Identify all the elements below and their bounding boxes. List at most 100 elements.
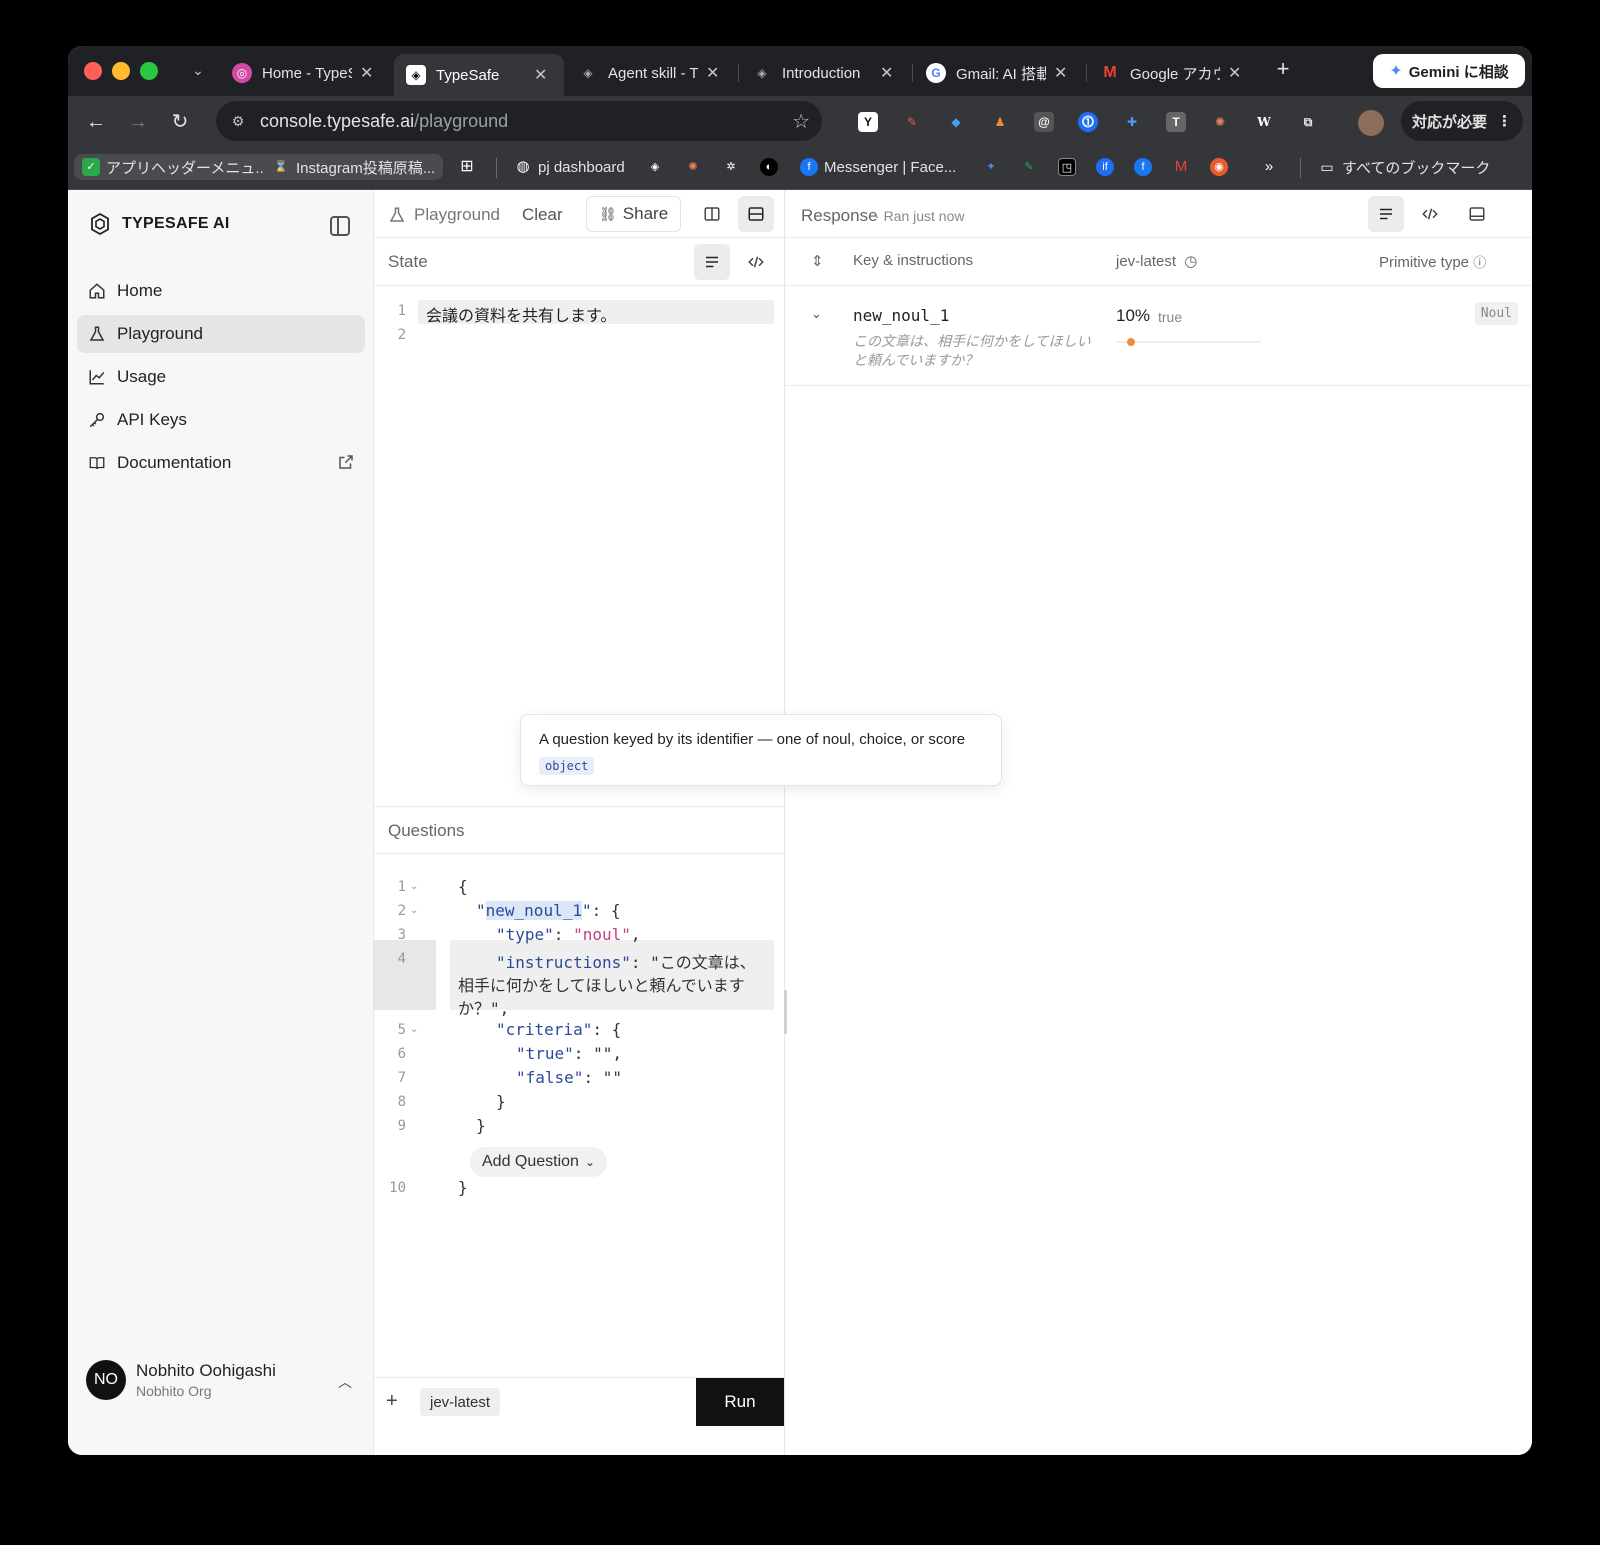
add-question-button[interactable]: Add Question ⌄ — [470, 1147, 608, 1177]
bookmark-pj-dashboard[interactable]: ◍ pj dashboard — [514, 154, 624, 180]
extension-gem-icon[interactable]: ◆ — [946, 112, 966, 132]
more-bookmarks-chevron-icon[interactable]: » — [1260, 154, 1284, 180]
code-line: "type": "noul", — [496, 925, 641, 944]
sidebar-item-usage[interactable]: Usage — [77, 358, 365, 396]
bookmark-ball-icon[interactable]: ◉ — [1210, 154, 1234, 180]
panel-bottom-icon[interactable] — [1459, 196, 1495, 232]
extension-cross-icon[interactable]: ✚ — [1122, 112, 1142, 132]
code-line: { — [458, 877, 468, 896]
text-view-icon[interactable] — [1368, 196, 1404, 232]
extension-wikipedia-icon[interactable]: W — [1254, 112, 1274, 132]
split-vertical-layout-icon[interactable] — [694, 196, 730, 232]
tab-label: Introduction — [782, 64, 861, 82]
table-row[interactable]: ⌄ new_noul_1 この文章は、相手に何かをしてほしいと頼んでいますか？ … — [785, 286, 1532, 386]
bookmark-colorful-icon[interactable]: ✎ — [1020, 154, 1044, 180]
fold-chevron-icon[interactable]: ⌄ — [410, 881, 418, 892]
extension-at-icon[interactable]: @ — [1034, 112, 1054, 132]
extension-pen-icon[interactable]: ✎ — [902, 112, 922, 132]
clear-button[interactable]: Clear — [522, 200, 563, 230]
tab-agent-skill[interactable]: ◈ Agent skill - TypeSafe ✕ — [566, 54, 731, 92]
bookmark-perplexity-icon[interactable]: ✲ — [722, 154, 746, 180]
code-view-icon[interactable] — [1412, 196, 1448, 232]
close-tab-icon[interactable]: ✕ — [880, 63, 893, 83]
questions-title: Questions — [388, 821, 465, 840]
forward-arrow-icon[interactable]: → — [124, 108, 152, 136]
bookmark-openai-icon[interactable]: ◈ — [646, 154, 670, 180]
extensions-puzzle-icon[interactable]: ⧉ — [1298, 112, 1318, 132]
split-horizontal-layout-icon[interactable] — [738, 196, 774, 232]
share-button[interactable]: ⛓ Share — [586, 196, 682, 232]
close-tab-icon[interactable]: ✕ — [1228, 63, 1241, 83]
bookmark-claude-icon[interactable]: ✺ — [684, 154, 708, 180]
bookmark-circle-icon[interactable]: if — [1096, 154, 1120, 180]
sidebar-item-label: Home — [117, 281, 163, 300]
tab-home[interactable]: ◎ Home - TypeSafe ✕ — [220, 54, 385, 92]
text-view-icon[interactable] — [694, 244, 730, 280]
user-org: Nobhito Org — [136, 1383, 212, 1399]
all-bookmarks-folder[interactable]: ▭ すべてのブックマーク — [1318, 154, 1490, 180]
line-number: 7 — [397, 1070, 406, 1086]
extension-yahoo-icon[interactable]: Y — [858, 112, 878, 132]
fold-chevron-icon[interactable]: ⌄ — [410, 905, 418, 916]
tab-gmail-ai[interactable]: G Gmail: AI 搭載 ✕ — [914, 54, 1079, 92]
bookmark-facebook-icon[interactable]: f — [1134, 154, 1158, 180]
close-tab-icon[interactable]: ✕ — [706, 63, 719, 83]
code-line: } — [476, 1116, 486, 1135]
gemini-button[interactable]: ✦ Gemini に相談 — [1373, 54, 1525, 88]
user-menu[interactable]: NO Nobhito Oohigashi Nobhito Org — [86, 1360, 276, 1400]
close-window-button[interactable] — [84, 62, 102, 80]
sidebar-item-documentation[interactable]: Documentation — [77, 444, 365, 482]
bookmark-instagram[interactable]: ⌛ Instagram投稿原稿... — [264, 154, 444, 180]
chevron-down-icon[interactable]: ⌄ — [811, 306, 822, 322]
profile-avatar[interactable] — [1358, 110, 1384, 136]
model-chip[interactable]: jev-latest — [420, 1388, 501, 1416]
sidebar-item-api-keys[interactable]: API Keys — [77, 401, 365, 439]
address-bar[interactable]: ⚙ console.typesafe.ai/playground ☆ — [216, 101, 822, 141]
bookmark-dark-icon[interactable]: ◐ — [760, 154, 784, 180]
needs-action-button[interactable]: 対応が必要 ⋮ — [1401, 101, 1523, 141]
back-arrow-icon[interactable]: ← — [82, 108, 110, 136]
add-model-plus-icon[interactable]: + — [386, 1390, 398, 1413]
typesafe-logo-icon — [91, 212, 109, 236]
sort-chevrons-icon[interactable]: ⇕ — [811, 252, 824, 270]
state-editor-line[interactable]: 会議の資料を共有します。 — [426, 302, 616, 326]
close-tab-icon[interactable]: ✕ — [534, 65, 547, 85]
minimize-window-button[interactable] — [112, 62, 130, 80]
extension-t-icon[interactable]: T — [1166, 112, 1186, 132]
run-button[interactable]: Run — [696, 1378, 784, 1426]
new-tab-plus-icon[interactable]: + — [1268, 56, 1298, 82]
sidebar-item-home[interactable]: Home — [77, 272, 365, 310]
extension-1password-icon[interactable]: ⓵ — [1078, 112, 1098, 132]
column-primitive-type: Primitive type ⓘ — [1379, 254, 1487, 271]
code-line: "instructions": "この文章は、 — [496, 953, 756, 972]
brand[interactable]: TYPESAFE AI — [88, 212, 230, 236]
tab-google-account[interactable]: M Google アカウント ✕ — [1088, 54, 1253, 92]
reload-icon[interactable]: ↻ — [166, 108, 194, 136]
bookmark-gemini-icon[interactable]: ✦ — [982, 154, 1006, 180]
fold-chevron-icon[interactable]: ⌄ — [410, 1024, 418, 1035]
chevron-down-icon: ⌄ — [584, 1155, 596, 1169]
bookmark-gmail-icon[interactable]: M — [1172, 154, 1196, 180]
bookmark-star-icon[interactable]: ☆ — [792, 109, 810, 134]
tab-search-chevron-icon[interactable]: ⌄ — [186, 58, 210, 82]
tab-typesafe[interactable]: ◈ TypeSafe ✕ — [394, 54, 564, 96]
bookmark-square-icon[interactable]: ◳ — [1058, 154, 1082, 180]
apps-grid-icon[interactable]: ⊞ — [458, 154, 482, 180]
code-view-icon[interactable] — [738, 244, 774, 280]
chevron-up-icon[interactable]: ︿ — [338, 1372, 352, 1392]
collapse-sidebar-icon[interactable] — [330, 216, 350, 236]
needs-action-label: 対応が必要 — [1411, 113, 1487, 131]
extension-claude-icon[interactable]: ✺ — [1210, 112, 1230, 132]
sidebar-item-playground[interactable]: Playground — [77, 315, 365, 353]
extension-figure-icon[interactable]: ♟ — [990, 112, 1010, 132]
close-tab-icon[interactable]: ✕ — [360, 63, 373, 83]
bookmark-messenger[interactable]: f Messenger | Face... — [800, 154, 956, 180]
close-tab-icon[interactable]: ✕ — [1054, 63, 1067, 83]
site-settings-icon[interactable]: ⚙ — [226, 109, 250, 133]
bookmark-app-header[interactable]: ✓ アプリヘッダーメニュ... — [74, 154, 276, 180]
bookmarks-bar: ✓ アプリヘッダーメニュ... ⌛ Instagram投稿原稿... ⊞ ◍ p… — [68, 146, 1532, 190]
maximize-window-button[interactable] — [140, 62, 158, 80]
playground-breadcrumb: Playground — [388, 200, 500, 230]
response-percent: 10% — [1116, 306, 1151, 325]
tab-introduction[interactable]: ◈ Introduction ✕ — [740, 54, 905, 92]
